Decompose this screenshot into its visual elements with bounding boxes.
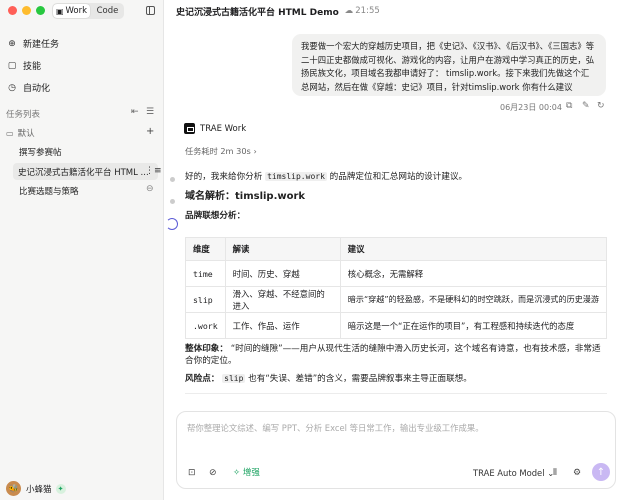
tab-work[interactable]: ▣ Work xyxy=(53,4,90,18)
task-duration[interactable]: 任务耗时 2m 30s › xyxy=(185,145,257,157)
table-cell: slip xyxy=(185,286,226,313)
message-timestamp: 06月23日 00:04 xyxy=(500,103,562,112)
user-message: 我要做一个宏大的穿越历史项目，把《史记》、《汉书》、《后汉书》、《三国志》等二十… xyxy=(292,34,606,96)
attach-context-icon[interactable]: ⊡ xyxy=(188,468,196,478)
briefcase-icon: ▣ xyxy=(55,6,64,16)
add-task-icon[interactable]: + xyxy=(146,126,154,137)
task-list-title: 任务列表 xyxy=(6,110,41,120)
folder-icon: ▭ xyxy=(6,128,14,138)
header-time: 21:55 xyxy=(355,6,380,16)
sidebar-toggle-icon[interactable] xyxy=(146,6,155,15)
assoc-heading: 品牌联想分析： xyxy=(185,211,246,221)
table-cell: 核心概念，无需解释 xyxy=(339,260,608,287)
timeline-marker[interactable] xyxy=(170,199,175,204)
table-cell: 滑入、穿越、不经意间的进入 xyxy=(224,286,341,313)
table-cell: 暗示这是一个“正在运作的项目”，有工程感和持续迭代的态度 xyxy=(339,312,608,339)
minimize-window-button[interactable] xyxy=(22,6,31,15)
task-item-selected[interactable]: 史记沉浸式古籍活化平台 HTML ... xyxy=(13,163,158,180)
page-title: 史记沉浸式古籍活化平台 HTML Demo xyxy=(176,7,339,18)
task-menu-icon[interactable]: ⋮≡ xyxy=(145,166,162,176)
automation-icon: ◷ xyxy=(8,82,16,93)
assistant-intro: 好的，我来给你分析 timslip.work 的品牌定位和汇总网站的设计建议。 xyxy=(185,172,468,182)
collapse-icon[interactable]: ⇤ xyxy=(131,107,139,117)
domain-heading: 域名解析：timslip.work xyxy=(185,191,306,202)
filter-icon[interactable]: ☰ xyxy=(146,107,154,117)
task-group-default[interactable]: ▭ 默认 xyxy=(6,127,35,140)
composer-input[interactable]: 帮你整理论文综述、编写 PPT、分析 Excel 等日常工作，输出专业级工作成果… xyxy=(187,422,484,434)
timeline-current-marker[interactable] xyxy=(166,218,178,230)
table-cell: 暗示“穿越”的轻盈感，不是硬科幻的时空跳跃，而是沉浸式的历史漫游 xyxy=(339,286,608,313)
tab-code[interactable]: Code xyxy=(92,4,123,18)
nav-new-task[interactable]: ⊕ 新建任务 xyxy=(5,35,155,52)
settings-icon[interactable]: ⚙ xyxy=(573,468,581,478)
copy-icon[interactable]: ⧉ xyxy=(566,101,572,111)
chevron-right-icon: › xyxy=(253,146,257,156)
arrow-up-icon: ↑ xyxy=(596,466,606,478)
message-composer[interactable]: 帮你整理论文综述、编写 PPT、分析 Excel 等日常工作，输出专业级工作成果… xyxy=(176,411,616,489)
close-window-button[interactable] xyxy=(8,6,17,15)
edit-icon[interactable]: ✎ xyxy=(582,101,590,111)
table-cell: time xyxy=(185,260,226,287)
conversation-header: 史记沉浸式古籍活化平台 HTML Demo ☁ 21:55 xyxy=(164,0,624,22)
user-profile[interactable]: 🐝 小蜂猫 ✦ xyxy=(6,481,66,496)
timeline-marker[interactable] xyxy=(170,177,175,182)
sidebar: ▣ Work Code ⊕ 新建任务 ▢ 技能 ◷ 自动化 任务列表 ⇤ ☰ ▭… xyxy=(0,0,164,500)
nav-skills[interactable]: ▢ 技能 xyxy=(5,57,155,74)
retry-icon[interactable]: ↻ xyxy=(597,101,605,111)
cloud-icon: ☁ xyxy=(344,6,354,16)
brand-association-table: 维度 解读 建议 time 时间、历史、穿越 核心概念，无需解释 slip 滑入… xyxy=(185,237,608,339)
divider xyxy=(185,393,607,394)
paperclip-icon[interactable]: ⊘ xyxy=(209,468,217,478)
table-row: slip 滑入、穿越、不经意间的进入 暗示“穿越”的轻盈感，不是硬科幻的时空跳跃… xyxy=(185,286,608,313)
zoom-window-button[interactable] xyxy=(36,6,45,15)
table-header: 解读 xyxy=(224,237,341,261)
nav-automation[interactable]: ◷ 自动化 xyxy=(5,79,155,96)
assistant-name: TRAE Work xyxy=(184,123,246,134)
mode-switch: ▣ Work Code xyxy=(52,3,124,19)
model-selector[interactable]: TRAE Auto Model ⌄ xyxy=(473,468,554,478)
table-cell: .work xyxy=(185,312,226,339)
overall-impression: 整体印象： “时间的缝隙”——用户从现代生活的缝隙中滑入历史长河，这个域名有诗意… xyxy=(185,344,601,366)
table-row: time 时间、历史、穿越 核心概念，无需解释 xyxy=(185,260,608,287)
sparkle-icon: ✧ xyxy=(233,468,241,478)
avatar: 🐝 xyxy=(6,481,21,496)
table-cell: 时间、历史、穿越 xyxy=(224,260,341,287)
send-button[interactable]: ↑ xyxy=(592,463,610,481)
plan-badge-icon: ✦ xyxy=(55,483,66,494)
risk-note: 风险点： slip 也有“失误、差错”的含义，需要品牌叙事来主导正面联想。 xyxy=(185,374,472,384)
table-header: 维度 xyxy=(185,237,226,261)
trae-logo-icon xyxy=(184,123,195,134)
skills-icon: ▢ xyxy=(7,60,17,71)
voice-input-icon[interactable]: ⦀ xyxy=(553,468,557,478)
table-header: 建议 xyxy=(339,237,608,261)
remove-task-icon[interactable]: ⊖ xyxy=(146,184,154,194)
boost-toggle[interactable]: ✧ 增强 xyxy=(233,466,260,478)
new-task-icon: ⊕ xyxy=(8,38,16,49)
table-cell: 工作、作品、运作 xyxy=(224,312,341,339)
task-item[interactable]: 比赛选题与策略 xyxy=(14,182,156,199)
task-item[interactable]: 撰写参赛帖 xyxy=(14,143,156,160)
table-row: .work 工作、作品、运作 暗示这是一个“正在运作的项目”，有工程感和持续迭代… xyxy=(185,312,608,339)
